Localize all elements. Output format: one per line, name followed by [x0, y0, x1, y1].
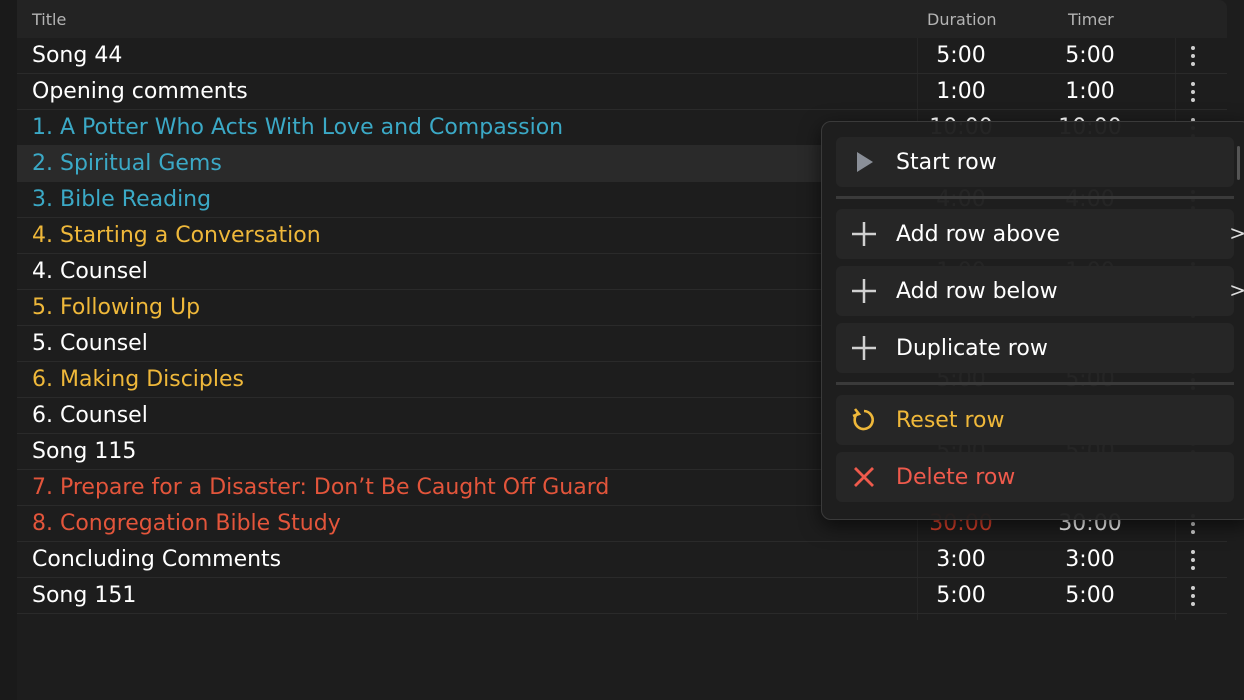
table-row[interactable]: Concluding Comments 3:00 3:00	[17, 542, 1227, 578]
row-title: 5. Following Up	[32, 295, 201, 320]
more-vertical-icon[interactable]	[1185, 81, 1201, 103]
duplicate-row-menu-item[interactable]: Duplicate row	[836, 323, 1234, 373]
table-row[interactable]: Song 44 5:00 5:00	[17, 38, 1227, 74]
row-title: 2. Spiritual Gems	[32, 151, 222, 176]
start-row-menu-item[interactable]: Start row	[836, 137, 1234, 187]
row-timer: 5:00	[1065, 43, 1115, 68]
add-row-below-label: Add row below	[896, 279, 1058, 304]
row-title: 6. Counsel	[32, 403, 148, 428]
more-vertical-icon[interactable]	[1185, 45, 1201, 67]
duplicate-row-label: Duplicate row	[896, 336, 1048, 361]
header-timer[interactable]: Timer	[1068, 10, 1114, 29]
row-title: 6. Making Disciples	[32, 367, 244, 392]
row-title: Opening comments	[32, 79, 248, 104]
more-vertical-icon[interactable]	[1185, 549, 1201, 571]
menu-divider	[836, 382, 1234, 385]
more-vertical-icon[interactable]	[1185, 585, 1201, 607]
header-title[interactable]: Title	[32, 10, 66, 29]
row-title: Song 115	[32, 439, 137, 464]
play-icon	[850, 148, 878, 176]
chevron-right-icon: >	[1229, 278, 1244, 302]
left-edge	[0, 0, 17, 700]
delete-row-label: Delete row	[896, 465, 1016, 490]
row-context-menu: Start row Add row above > Add row below …	[821, 121, 1244, 520]
row-duration[interactable]: 5:00	[901, 43, 1021, 68]
row-timer: 1:00	[1065, 79, 1115, 104]
row-title: Song 151	[32, 583, 137, 608]
add-row-above-label: Add row above	[896, 222, 1061, 247]
row-duration[interactable]: 5:00	[901, 583, 1021, 608]
plus-icon	[850, 277, 878, 305]
table-row[interactable]: Opening comments 1:00 1:00	[17, 74, 1227, 110]
header-duration[interactable]: Duration	[927, 10, 997, 29]
row-title: 3. Bible Reading	[32, 187, 212, 212]
row-timer: 5:00	[1065, 583, 1115, 608]
reset-row-menu-item[interactable]: Reset row	[836, 395, 1234, 445]
add-row-below-menu-item[interactable]: Add row below >	[836, 266, 1244, 316]
add-row-above-menu-item[interactable]: Add row above >	[836, 209, 1244, 259]
row-title: Concluding Comments	[32, 547, 282, 572]
plus-icon	[850, 220, 878, 248]
row-title: 4. Starting a Conversation	[32, 223, 321, 248]
row-duration[interactable]: 1:00	[901, 79, 1021, 104]
row-timer: 3:00	[1065, 547, 1115, 572]
menu-divider	[836, 196, 1234, 199]
reset-icon	[850, 406, 878, 434]
row-title: 1. A Potter Who Acts With Love and Compa…	[32, 115, 564, 140]
table-header: Title Duration Timer	[17, 0, 1227, 38]
row-title: 8. Congregation Bible Study	[32, 511, 341, 536]
delete-row-menu-item[interactable]: Delete row	[836, 452, 1234, 502]
close-icon	[850, 463, 878, 491]
start-row-label: Start row	[896, 150, 997, 175]
row-title: 5. Counsel	[32, 331, 148, 356]
table-row[interactable]: Song 151 5:00 5:00	[17, 578, 1227, 614]
row-duration[interactable]: 3:00	[901, 547, 1021, 572]
menu-scrollbar[interactable]	[1237, 146, 1240, 180]
plus-icon	[850, 334, 878, 362]
row-title: 4. Counsel	[32, 259, 148, 284]
row-title: 7. Prepare for a Disaster: Don’t Be Caug…	[32, 475, 610, 500]
chevron-right-icon: >	[1229, 221, 1244, 245]
row-title: Song 44	[32, 43, 123, 68]
reset-row-label: Reset row	[896, 408, 1005, 433]
